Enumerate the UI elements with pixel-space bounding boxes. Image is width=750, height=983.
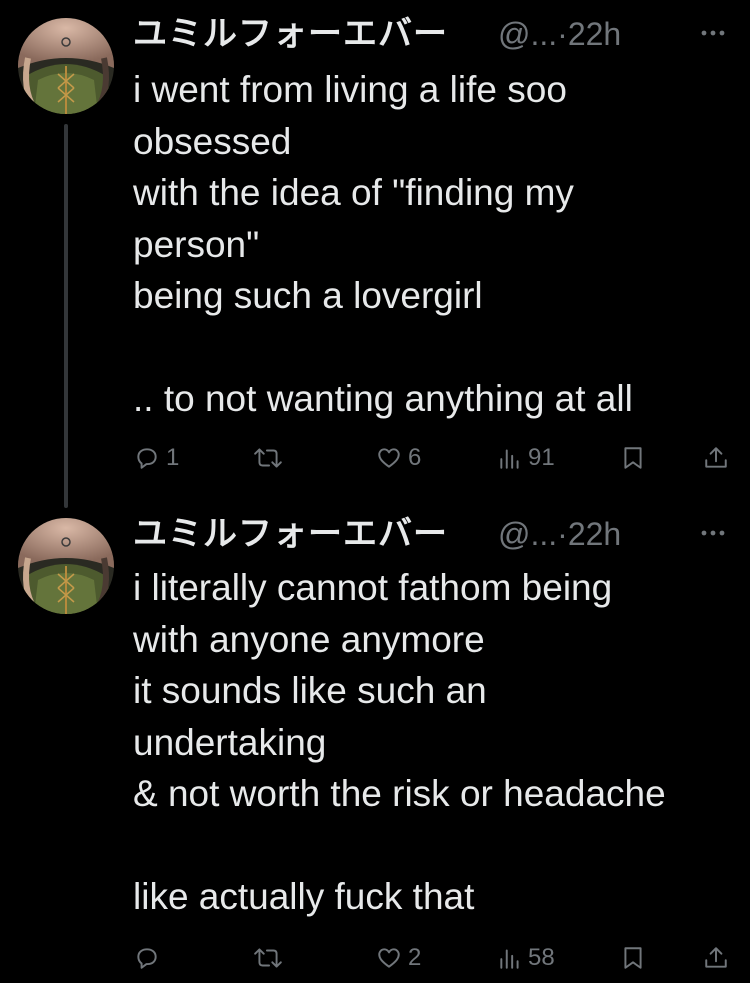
reply-button[interactable]: 1 [134, 440, 179, 476]
separator: · [557, 516, 568, 552]
reply-icon [137, 448, 157, 469]
share-button[interactable] [703, 440, 729, 476]
reply-icon [137, 948, 157, 969]
views-icon [500, 449, 519, 469]
tweet[interactable]: ユミルフォーエバー @...·22h i went from living a … [0, 0, 750, 508]
views-button[interactable]: 91 [498, 440, 555, 476]
timestamp[interactable]: 22h [568, 16, 621, 52]
reply-button[interactable] [134, 940, 166, 976]
tweet[interactable]: ユミルフォーエバー @...·22h i literally cannot fa… [0, 500, 750, 983]
handle-time[interactable]: @...·22h [498, 512, 621, 556]
avatar[interactable] [18, 518, 114, 614]
share-icon [705, 947, 727, 968]
tweet-header: ユミルフォーエバー @...·22h [133, 12, 750, 56]
tweet-text: i went from living a life soo obsessed w… [133, 69, 633, 419]
like-count: 6 [408, 444, 422, 471]
tweet-header: ユミルフォーエバー @...·22h [133, 512, 750, 556]
like-button[interactable]: 6 [376, 440, 421, 476]
timestamp[interactable]: 22h [568, 516, 621, 552]
more-icon[interactable] [700, 528, 726, 538]
views-button[interactable]: 58 [498, 940, 555, 976]
view-count: 58 [528, 944, 555, 971]
tweet-actions: 1 6 91 [0, 440, 750, 476]
bookmark-icon [624, 947, 642, 969]
like-icon [378, 948, 400, 968]
share-button[interactable] [703, 940, 729, 976]
bookmark-icon [624, 447, 642, 469]
bookmark-button[interactable] [622, 940, 644, 976]
like-button[interactable]: 2 [376, 940, 421, 976]
retweet-button[interactable] [253, 940, 289, 976]
display-name[interactable]: ユミルフォーエバー [133, 12, 448, 56]
share-icon [705, 447, 727, 468]
more-icon[interactable] [700, 28, 726, 38]
retweet-icon [254, 448, 282, 468]
like-icon [378, 448, 400, 468]
tweet-actions: 2 58 [0, 940, 750, 976]
like-count: 2 [408, 944, 422, 971]
handle[interactable]: @... [498, 516, 557, 552]
separator: · [557, 16, 568, 52]
handle-time[interactable]: @...·22h [498, 12, 621, 56]
retweet-icon [254, 948, 282, 968]
retweet-button[interactable] [253, 440, 289, 476]
tweet-text: i literally cannot fathom being with any… [133, 567, 666, 917]
reply-count: 1 [166, 444, 180, 471]
bookmark-button[interactable] [622, 440, 644, 476]
handle[interactable]: @... [498, 16, 557, 52]
display-name[interactable]: ユミルフォーエバー [133, 512, 448, 556]
views-icon [500, 949, 519, 969]
avatar[interactable] [18, 18, 114, 114]
view-count: 91 [528, 444, 555, 471]
